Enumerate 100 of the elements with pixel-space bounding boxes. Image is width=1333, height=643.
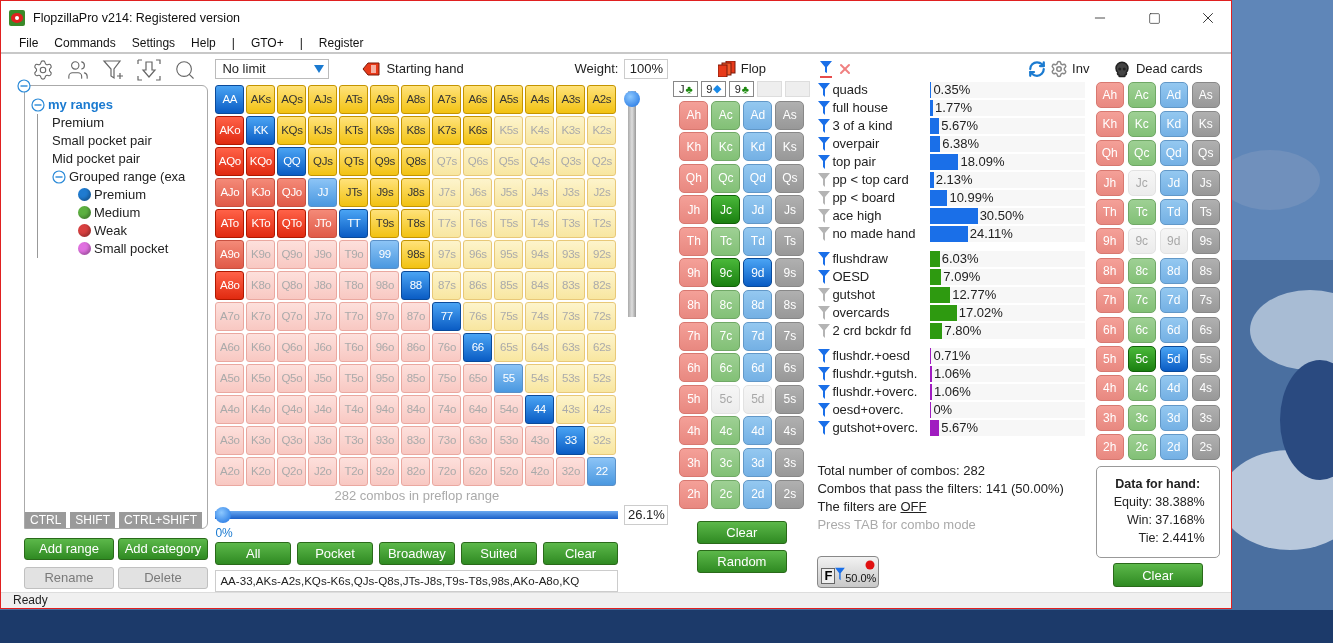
card-button[interactable]: Ac (1127, 81, 1156, 108)
hand-cell[interactable]: Q4s (525, 146, 555, 176)
menu-item[interactable]: Register (310, 35, 372, 50)
hand-cell[interactable]: KTs (339, 115, 369, 145)
hand-cell[interactable]: T2o (339, 456, 369, 486)
hand-cell[interactable]: Q9o (277, 239, 307, 269)
hand-cell[interactable]: 63s (556, 332, 586, 362)
hand-cell[interactable]: Q4o (277, 394, 307, 424)
hand-cell[interactable]: QJs (308, 146, 338, 176)
hand-cell[interactable]: K7o (246, 301, 276, 331)
hand-cell[interactable]: A8s (401, 84, 431, 114)
hand-cell[interactable]: QTo (277, 208, 307, 238)
filter-icon[interactable] (817, 81, 832, 98)
card-button[interactable]: Ks (775, 132, 805, 162)
hand-cell[interactable]: J5o (308, 363, 338, 393)
card-button[interactable]: Jh (679, 195, 709, 225)
card-button[interactable]: 3s (775, 448, 805, 478)
hand-category-label[interactable]: no made hand (832, 226, 931, 241)
filter-plus-icon[interactable] (102, 58, 124, 81)
hand-category-label[interactable]: 3 of a kind (832, 118, 931, 133)
card-button[interactable]: Ad (1159, 81, 1188, 108)
hand-cell[interactable]: K4s (525, 115, 555, 145)
hand-cell[interactable]: A6s (463, 84, 493, 114)
menu-item[interactable]: | (291, 35, 311, 50)
hand-cell[interactable]: J4o (308, 394, 338, 424)
hand-cell[interactable]: T8s (401, 208, 431, 238)
card-button[interactable]: 5s (775, 384, 805, 414)
hand-category-label[interactable]: ace high (832, 208, 931, 223)
tree-item[interactable]: Grouped range (exa (69, 169, 186, 184)
hand-cell[interactable]: T6o (339, 332, 369, 362)
hand-cell[interactable]: Q8s (401, 146, 431, 176)
card-button[interactable]: Qs (775, 163, 805, 193)
hand-cell[interactable]: A9o (215, 239, 245, 269)
hand-cell[interactable]: 86o (401, 332, 431, 362)
card-button[interactable]: 9d (743, 258, 773, 288)
slider-thumb[interactable] (624, 90, 641, 107)
hand-cell[interactable]: J4s (525, 177, 555, 207)
hand-cell[interactable]: A5o (215, 363, 245, 393)
hand-cell[interactable]: J3o (308, 425, 338, 455)
card-button[interactable]: 3h (679, 448, 709, 478)
card-button[interactable]: 8c (711, 290, 741, 320)
preset-button[interactable]: Suited (460, 541, 537, 565)
hand-cell[interactable]: A4s (525, 84, 555, 114)
collapse-icon[interactable] (31, 97, 45, 112)
hand-cell[interactable]: Q6s (463, 146, 493, 176)
filter-icon[interactable] (817, 99, 832, 116)
card-button[interactable]: Js (1191, 169, 1220, 196)
hand-category-label[interactable]: quads (832, 82, 931, 97)
hand-cell[interactable]: 94s (525, 239, 555, 269)
card-button[interactable]: 4d (1159, 375, 1188, 402)
card-button[interactable]: 4d (743, 416, 773, 446)
hand-cell[interactable]: 98o (370, 270, 400, 300)
card-button[interactable]: 9h (1095, 228, 1124, 255)
hand-cell[interactable]: J7o (308, 301, 338, 331)
hand-cell[interactable]: J3s (556, 177, 586, 207)
menu-item[interactable]: File (11, 35, 47, 50)
hand-cell[interactable]: K8s (401, 115, 431, 145)
hand-cell[interactable]: 85s (494, 270, 524, 300)
hand-cell[interactable]: 62o (463, 456, 493, 486)
hand-cell[interactable]: T4s (525, 208, 555, 238)
hand-category-label[interactable]: overpair (832, 136, 931, 151)
hand-cell[interactable]: 54s (525, 363, 555, 393)
hand-cell[interactable]: Q3s (556, 146, 586, 176)
card-button[interactable]: 7d (743, 321, 773, 351)
filter-icon[interactable] (817, 117, 832, 134)
card-button[interactable]: Th (1095, 199, 1124, 226)
hand-cell[interactable]: ATs (339, 84, 369, 114)
hand-cell[interactable]: 85o (401, 363, 431, 393)
hand-category-label[interactable]: gutshot (832, 287, 931, 302)
hand-cell[interactable]: 65o (463, 363, 493, 393)
hand-cell[interactable]: KK (246, 115, 276, 145)
card-button[interactable]: 5c (1127, 346, 1156, 372)
hand-cell[interactable]: J9s (370, 177, 400, 207)
hand-cell[interactable]: 72o (432, 456, 462, 486)
card-button[interactable]: Qc (711, 163, 741, 193)
hand-category-label[interactable]: top pair (832, 154, 931, 169)
hand-cell[interactable]: 98s (401, 239, 431, 269)
hand-cell[interactable]: 62s (587, 332, 617, 362)
card-button[interactable]: Kc (1127, 110, 1156, 137)
hand-cell[interactable]: T3o (339, 425, 369, 455)
hand-cell[interactable]: Q2s (587, 146, 617, 176)
hand-cell[interactable]: J5s (494, 177, 524, 207)
card-button[interactable]: 5d (1159, 346, 1188, 372)
hand-cell[interactable]: K8o (246, 270, 276, 300)
card-button[interactable]: Kd (743, 132, 773, 162)
preset-button[interactable]: Clear (542, 541, 619, 565)
filter-icon[interactable] (817, 383, 832, 400)
hand-cell[interactable]: T5o (339, 363, 369, 393)
hand-cell[interactable]: K9o (246, 239, 276, 269)
card-button[interactable]: As (775, 100, 805, 130)
card-button[interactable]: 9s (1191, 228, 1220, 255)
card-button[interactable]: 8h (679, 290, 709, 320)
card-button[interactable]: Th (679, 226, 709, 256)
card-button[interactable]: Jh (1095, 169, 1124, 196)
hand-cell[interactable]: Q3o (277, 425, 307, 455)
card-button[interactable]: 8s (775, 290, 805, 320)
hand-cell[interactable]: 43o (525, 425, 555, 455)
tree-item[interactable]: Small pocket pair (52, 133, 152, 148)
card-button[interactable]: 8s (1191, 257, 1220, 284)
filter-icon[interactable] (817, 153, 832, 170)
